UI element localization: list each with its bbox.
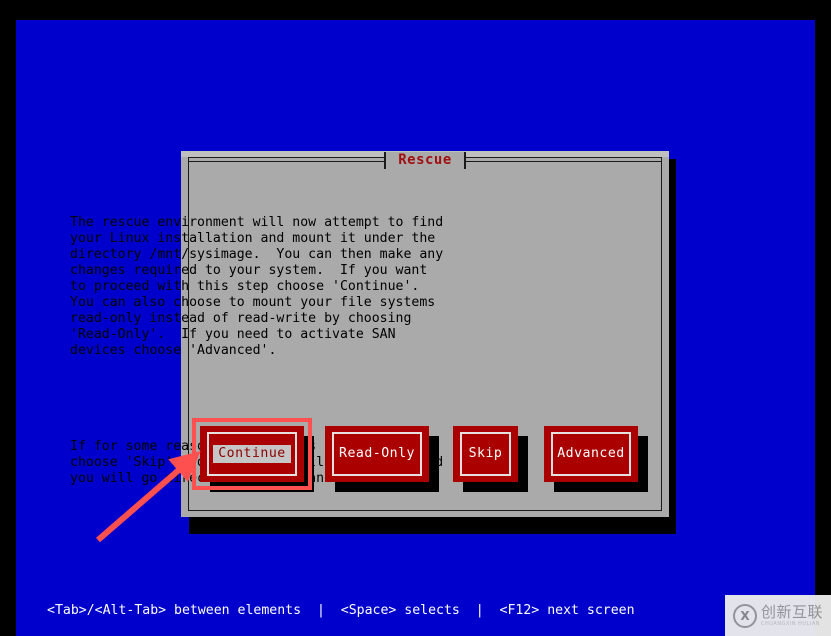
console-screen: Rescue The rescue environment will now a…	[16, 20, 815, 636]
watermark: X 创新互联 CHUANGXIN HULIAN	[725, 595, 831, 636]
watermark-text-group: 创新互联 CHUANGXIN HULIAN	[760, 602, 823, 627]
button-read-only-wrap: Read-Only	[325, 426, 439, 492]
title-rule-right	[465, 161, 663, 162]
dialog-title: Rescue	[386, 152, 464, 169]
button-advanced-wrap: Advanced	[544, 426, 648, 492]
dialog-paragraph-1: The rescue environment will now attempt …	[70, 215, 444, 358]
button-advanced[interactable]: Advanced	[544, 426, 638, 482]
title-rule-left	[188, 161, 385, 162]
button-read-only[interactable]: Read-Only	[325, 426, 429, 482]
watermark-logo-icon: X	[732, 603, 757, 628]
button-continue[interactable]: Continue	[200, 426, 304, 482]
watermark-chinese-text: 创新互联	[760, 602, 823, 621]
button-skip[interactable]: Skip	[453, 426, 518, 482]
watermark-pinyin-text: CHUANGXIN HULIAN	[760, 620, 820, 627]
button-skip-label: Skip	[468, 446, 503, 462]
button-advanced-label: Advanced	[557, 446, 625, 462]
dialog-titlebar: Rescue	[188, 151, 663, 170]
button-skip-wrap: Skip	[453, 426, 528, 492]
button-read-only-label: Read-Only	[339, 446, 415, 462]
screen-bezel: Rescue The rescue environment will now a…	[0, 0, 831, 636]
button-continue-wrap: Continue	[200, 426, 314, 492]
status-bar: <Tab>/<Alt-Tab> between elements | <Spac…	[47, 603, 635, 618]
button-continue-label: Continue	[213, 445, 291, 463]
